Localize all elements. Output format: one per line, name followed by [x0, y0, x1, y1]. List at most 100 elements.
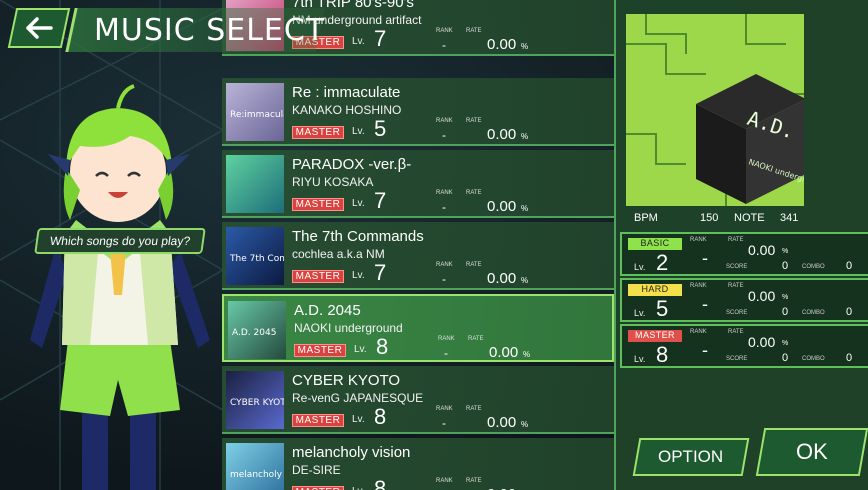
rate-value: 0.00 [487, 486, 516, 490]
song-jacket: The 7th Commands [226, 227, 284, 285]
rate-label: RATE [466, 406, 482, 412]
rate-percent: % [521, 204, 529, 213]
level-label: Lv. [352, 486, 365, 490]
rank-value: - [444, 346, 448, 360]
difficulty-badge: MASTER [292, 198, 344, 211]
note-value: 341 [780, 212, 799, 224]
difficulty-badge: MASTER [294, 344, 346, 357]
rank-value: - [442, 128, 446, 142]
combo-value: 0 [846, 260, 853, 272]
rate-label: RATE [466, 478, 482, 484]
difficulty-row-basic[interactable]: BASIC Lv. 2 RANK - RATE 0.00 % SCORE 0 C… [620, 232, 868, 276]
rank-value: - [702, 248, 708, 268]
rank-label: RANK [438, 336, 455, 342]
level-label: Lv. [352, 414, 365, 425]
song-list[interactable]: 7th TRIP 80's-90's NM underground artifa… [222, 0, 614, 490]
song-row[interactable]: Re:immaculate Re : immaculate KANAKO HOS… [222, 78, 614, 146]
rate-value: 0.00 [487, 126, 517, 143]
rate-percent: % [521, 132, 529, 141]
rank-label: RANK [690, 329, 707, 335]
rank-label: RANK [436, 406, 453, 412]
rate-label: RATE [728, 283, 744, 289]
rate-percent: % [782, 294, 789, 301]
song-artist: Re-venG JAPANESQUE [292, 391, 424, 405]
song-row[interactable]: The 7th Commands The 7th Commands cochle… [222, 222, 614, 290]
character-speech-bubble: Which songs do you play? [34, 228, 206, 254]
difficulty-badge: MASTER [628, 330, 682, 342]
song-title: PARADOX -ver.β- [292, 156, 412, 173]
jacket-text: A.D. 2045 [232, 328, 276, 338]
difficulty-badge: HARD [628, 284, 682, 296]
level-value: 2 [656, 250, 669, 275]
back-button[interactable] [7, 8, 71, 48]
level-value: 8 [376, 334, 389, 359]
bpm-label: BPM [634, 212, 658, 224]
song-row[interactable]: PARADOX -ver.β- RIYU KOSAKA MASTER Lv. 7… [222, 150, 614, 218]
difficulty-row-hard[interactable]: HARD Lv. 5 RANK - RATE 0.00 % SCORE 0 CO… [620, 278, 868, 322]
score-label: SCORE [726, 310, 748, 316]
difficulty-badge: BASIC [628, 238, 682, 250]
rate-value: 0.00 [748, 334, 776, 350]
level-value: 7 [374, 188, 387, 213]
song-artist: DE-SIRE [292, 463, 341, 477]
combo-label: COMBO [802, 310, 825, 316]
difficulty-badge: MASTER [292, 126, 344, 139]
score-value: 0 [782, 352, 789, 364]
level-value: 8 [656, 342, 669, 367]
combo-label: COMBO [802, 264, 825, 270]
rank-label: RANK [690, 283, 707, 289]
level-value: 7 [374, 26, 387, 51]
ok-button[interactable]: OK [755, 428, 868, 476]
rank-value: - [442, 272, 446, 286]
score-label: SCORE [726, 356, 748, 362]
rate-value: 0.00 [748, 242, 776, 258]
rate-label: RATE [468, 336, 484, 342]
song-jacket [226, 155, 284, 213]
rank-value: - [442, 38, 446, 52]
song-artist: cochlea a.k.a NM [292, 247, 385, 261]
rate-label: RATE [466, 190, 482, 196]
rate-percent: % [523, 350, 531, 359]
song-title: The 7th Commands [292, 228, 424, 245]
song-artist: KANAKO HOSHINO [292, 103, 402, 117]
song-row[interactable]: CYBER KYOTO CYBER KYOTO Re-venG JAPANESQ… [222, 366, 614, 434]
selected-song-jacket: A.D. 2045 NAOKI underground [626, 14, 804, 206]
song-title: A.D. 2045 [294, 302, 361, 319]
jacket-text: CYBER KYOTO [230, 398, 284, 408]
rate-percent: % [521, 42, 529, 51]
score-value: 0 [782, 306, 789, 318]
rate-percent: % [521, 420, 529, 429]
difficulty-row-master[interactable]: MASTER Lv. 8 RANK - RATE 0.00 % SCORE 0 … [620, 324, 868, 368]
rank-label: RANK [690, 237, 707, 243]
rate-percent: % [782, 248, 789, 255]
song-row-selected[interactable]: A.D. 2045 A.D. 2045 NAOKI underground MA… [222, 294, 614, 362]
page-title: MUSIC SELECT [94, 13, 326, 48]
level-value: 5 [656, 296, 669, 321]
level-label: Lv. [352, 36, 365, 47]
combo-value: 0 [846, 306, 853, 318]
note-label: NOTE [734, 212, 765, 224]
difficulty-badge: MASTER [292, 270, 344, 283]
level-label: Lv. [634, 308, 646, 318]
difficulty-badge: MASTER [292, 486, 344, 490]
rank-label: RANK [436, 190, 453, 196]
rate-value: 0.00 [487, 270, 517, 287]
combo-label: COMBO [802, 356, 825, 362]
back-arrow-icon [26, 17, 53, 39]
level-label: Lv. [352, 198, 365, 209]
rank-value: - [442, 416, 446, 430]
score-label: SCORE [726, 264, 748, 270]
jacket-text: Re:immaculate [230, 110, 284, 120]
rank-value: - [442, 200, 446, 214]
character-avatar [30, 84, 210, 490]
level-label: Lv. [354, 344, 367, 355]
option-button[interactable]: OPTION [632, 438, 750, 476]
rate-value: 0.00 [489, 344, 519, 361]
rate-value: 0.00 [748, 288, 776, 304]
rate-percent: % [782, 340, 789, 347]
song-row[interactable]: melancholy vision melancholy vision DE-S… [222, 438, 614, 490]
rate-value: 0.00 [487, 198, 517, 215]
level-label: Lv. [352, 126, 365, 137]
rank-value: - [702, 294, 708, 314]
song-detail-panel: A.D. 2045 NAOKI underground BPM 150 NOTE… [614, 0, 868, 490]
